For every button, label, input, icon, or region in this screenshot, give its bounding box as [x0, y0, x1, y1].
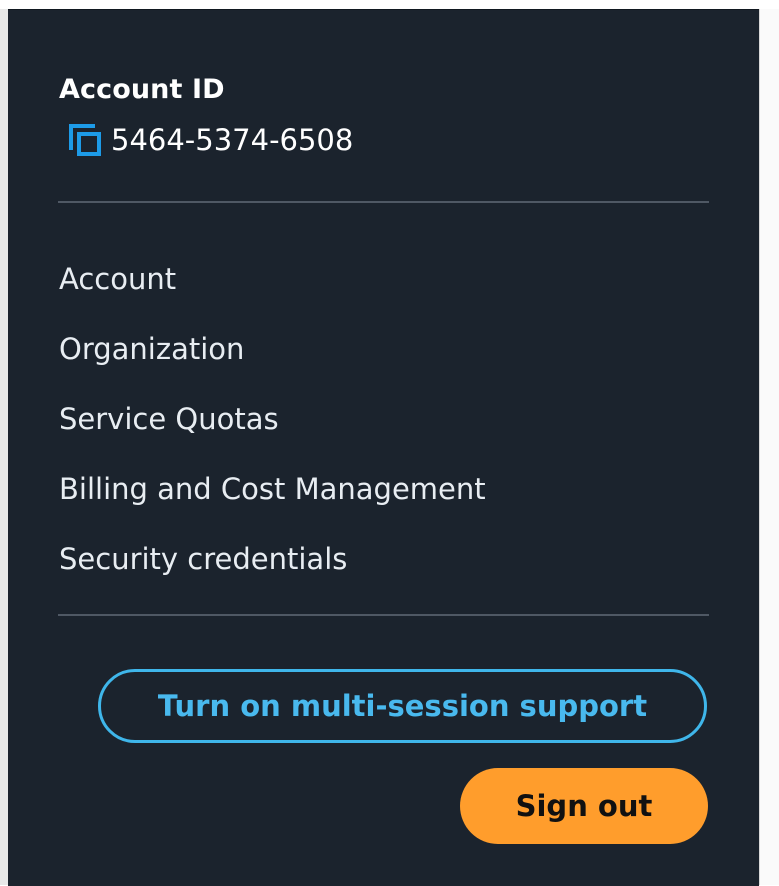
account-menu-list: Account Organization Service Quotas Bill… [59, 254, 486, 604]
background-page-edge [759, 9, 779, 885]
page: Account ID 5464-5374-6508 Account Organi… [0, 0, 779, 886]
turn-on-multi-session-support-button[interactable]: Turn on multi-session support [98, 669, 707, 743]
top-window-edge [0, 0, 779, 9]
copy-icon-graphic [69, 124, 101, 156]
top-divider [58, 201, 709, 203]
menu-item-account[interactable]: Account [59, 254, 486, 324]
sign-out-button[interactable]: Sign out [460, 768, 708, 844]
account-menu-panel: Account ID 5464-5374-6508 Account Organi… [8, 9, 759, 886]
account-id-value[interactable]: 5464-5374-6508 [111, 123, 353, 157]
left-window-edge [0, 0, 8, 885]
copy-icon[interactable] [66, 121, 104, 159]
menu-item-organization[interactable]: Organization [59, 324, 486, 394]
menu-item-service-quotas[interactable]: Service Quotas [59, 394, 486, 464]
account-id-label: Account ID [59, 74, 225, 105]
menu-item-security-credentials[interactable]: Security credentials [59, 534, 486, 604]
menu-item-billing-and-cost-management[interactable]: Billing and Cost Management [59, 464, 486, 534]
account-id-row: 5464-5374-6508 [66, 120, 353, 160]
bottom-divider [58, 614, 709, 616]
